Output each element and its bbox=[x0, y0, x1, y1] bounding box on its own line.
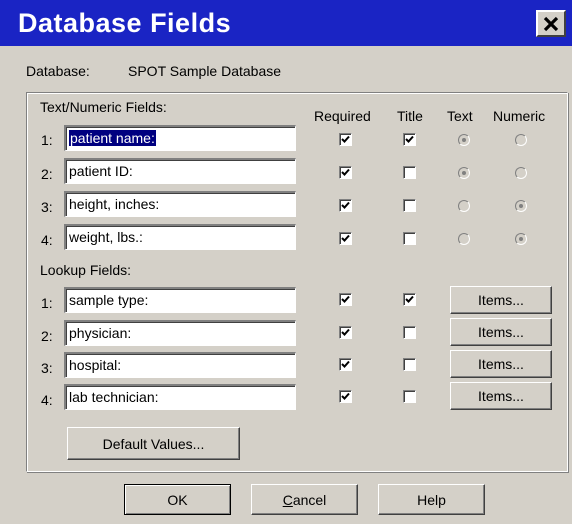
close-button[interactable] bbox=[536, 10, 566, 37]
lookup-title-checkbox-4[interactable] bbox=[403, 390, 416, 403]
lookup-field-1[interactable]: sample type: bbox=[64, 287, 296, 313]
title-checkbox-4[interactable] bbox=[403, 232, 416, 245]
text-field-1[interactable]: patient name: bbox=[64, 125, 296, 151]
title-bar: Database Fields bbox=[0, 0, 572, 46]
database-fields-dialog: Database Fields Database: SPOT Sample Da… bbox=[0, 0, 572, 524]
checkmark-icon bbox=[341, 168, 350, 176]
text-radio-2[interactable] bbox=[458, 167, 470, 179]
title-checkbox-1[interactable] bbox=[403, 133, 416, 146]
items-button-3[interactable]: Items... bbox=[450, 350, 552, 378]
items-button-1[interactable]: Items... bbox=[450, 286, 552, 314]
numeric-radio-1[interactable] bbox=[515, 134, 527, 146]
row-number: 3: bbox=[41, 199, 53, 215]
lookup-heading: Lookup Fields: bbox=[40, 262, 132, 278]
database-label: Database: bbox=[26, 63, 90, 79]
row-number: 2: bbox=[41, 328, 53, 344]
row-number: 1: bbox=[41, 295, 53, 311]
text-numeric-heading: Text/Numeric Fields: bbox=[40, 99, 167, 115]
lookup-required-checkbox-3[interactable] bbox=[339, 358, 352, 371]
column-title: Title bbox=[397, 108, 423, 124]
lookup-field-2[interactable]: physician: bbox=[64, 320, 296, 346]
row-number: 2: bbox=[41, 166, 53, 182]
checkmark-icon bbox=[341, 135, 350, 143]
text-field-2[interactable]: patient ID: bbox=[64, 158, 296, 184]
row-number: 4: bbox=[41, 392, 53, 408]
lookup-required-checkbox-2[interactable] bbox=[339, 326, 352, 339]
numeric-radio-2[interactable] bbox=[515, 167, 527, 179]
lookup-title-checkbox-2[interactable] bbox=[403, 326, 416, 339]
items-button-2[interactable]: Items... bbox=[450, 318, 552, 346]
row-number: 3: bbox=[41, 360, 53, 376]
lookup-field-4[interactable]: lab technician: bbox=[64, 384, 296, 410]
required-checkbox-3[interactable] bbox=[339, 199, 352, 212]
cancel-mnemonic: C bbox=[282, 491, 293, 508]
text-radio-4[interactable] bbox=[458, 233, 470, 245]
default-values-button[interactable]: Default Values... bbox=[67, 427, 240, 460]
title-checkbox-3[interactable] bbox=[403, 199, 416, 212]
checkmark-icon bbox=[341, 328, 350, 336]
required-checkbox-4[interactable] bbox=[339, 232, 352, 245]
lookup-title-checkbox-3[interactable] bbox=[403, 358, 416, 371]
title-checkbox-2[interactable] bbox=[403, 166, 416, 179]
checkmark-icon bbox=[341, 234, 350, 242]
lookup-required-checkbox-1[interactable] bbox=[339, 293, 352, 306]
lookup-field-3[interactable]: hospital: bbox=[64, 352, 296, 378]
field-value: patient name: bbox=[69, 130, 156, 146]
row-number: 4: bbox=[41, 232, 53, 248]
close-icon bbox=[543, 16, 559, 31]
column-text: Text bbox=[447, 108, 473, 124]
numeric-radio-3[interactable] bbox=[515, 200, 527, 212]
required-checkbox-2[interactable] bbox=[339, 166, 352, 179]
text-field-3[interactable]: height, inches: bbox=[64, 191, 296, 217]
checkmark-icon bbox=[405, 135, 414, 143]
help-button[interactable]: Help bbox=[378, 484, 485, 515]
column-required: Required bbox=[314, 108, 371, 124]
required-checkbox-1[interactable] bbox=[339, 133, 352, 146]
checkmark-icon bbox=[341, 201, 350, 209]
database-name: SPOT Sample Database bbox=[128, 63, 282, 79]
cancel-button[interactable]: Cancel bbox=[251, 484, 358, 515]
text-radio-1[interactable] bbox=[458, 134, 470, 146]
column-numeric: Numeric bbox=[493, 108, 546, 124]
checkmark-icon bbox=[341, 392, 350, 400]
text-field-4[interactable]: weight, lbs.: bbox=[64, 224, 296, 250]
ok-button[interactable]: OK bbox=[124, 484, 231, 515]
row-number: 1: bbox=[41, 132, 53, 148]
checkmark-icon bbox=[405, 295, 414, 303]
cancel-label-rest: ancel bbox=[292, 491, 327, 508]
checkmark-icon bbox=[341, 295, 350, 303]
text-radio-3[interactable] bbox=[458, 200, 470, 212]
lookup-required-checkbox-4[interactable] bbox=[339, 390, 352, 403]
checkmark-icon bbox=[341, 360, 350, 368]
items-button-4[interactable]: Items... bbox=[450, 382, 552, 410]
lookup-title-checkbox-1[interactable] bbox=[403, 293, 416, 306]
numeric-radio-4[interactable] bbox=[515, 233, 527, 245]
window-title: Database Fields bbox=[18, 8, 232, 38]
